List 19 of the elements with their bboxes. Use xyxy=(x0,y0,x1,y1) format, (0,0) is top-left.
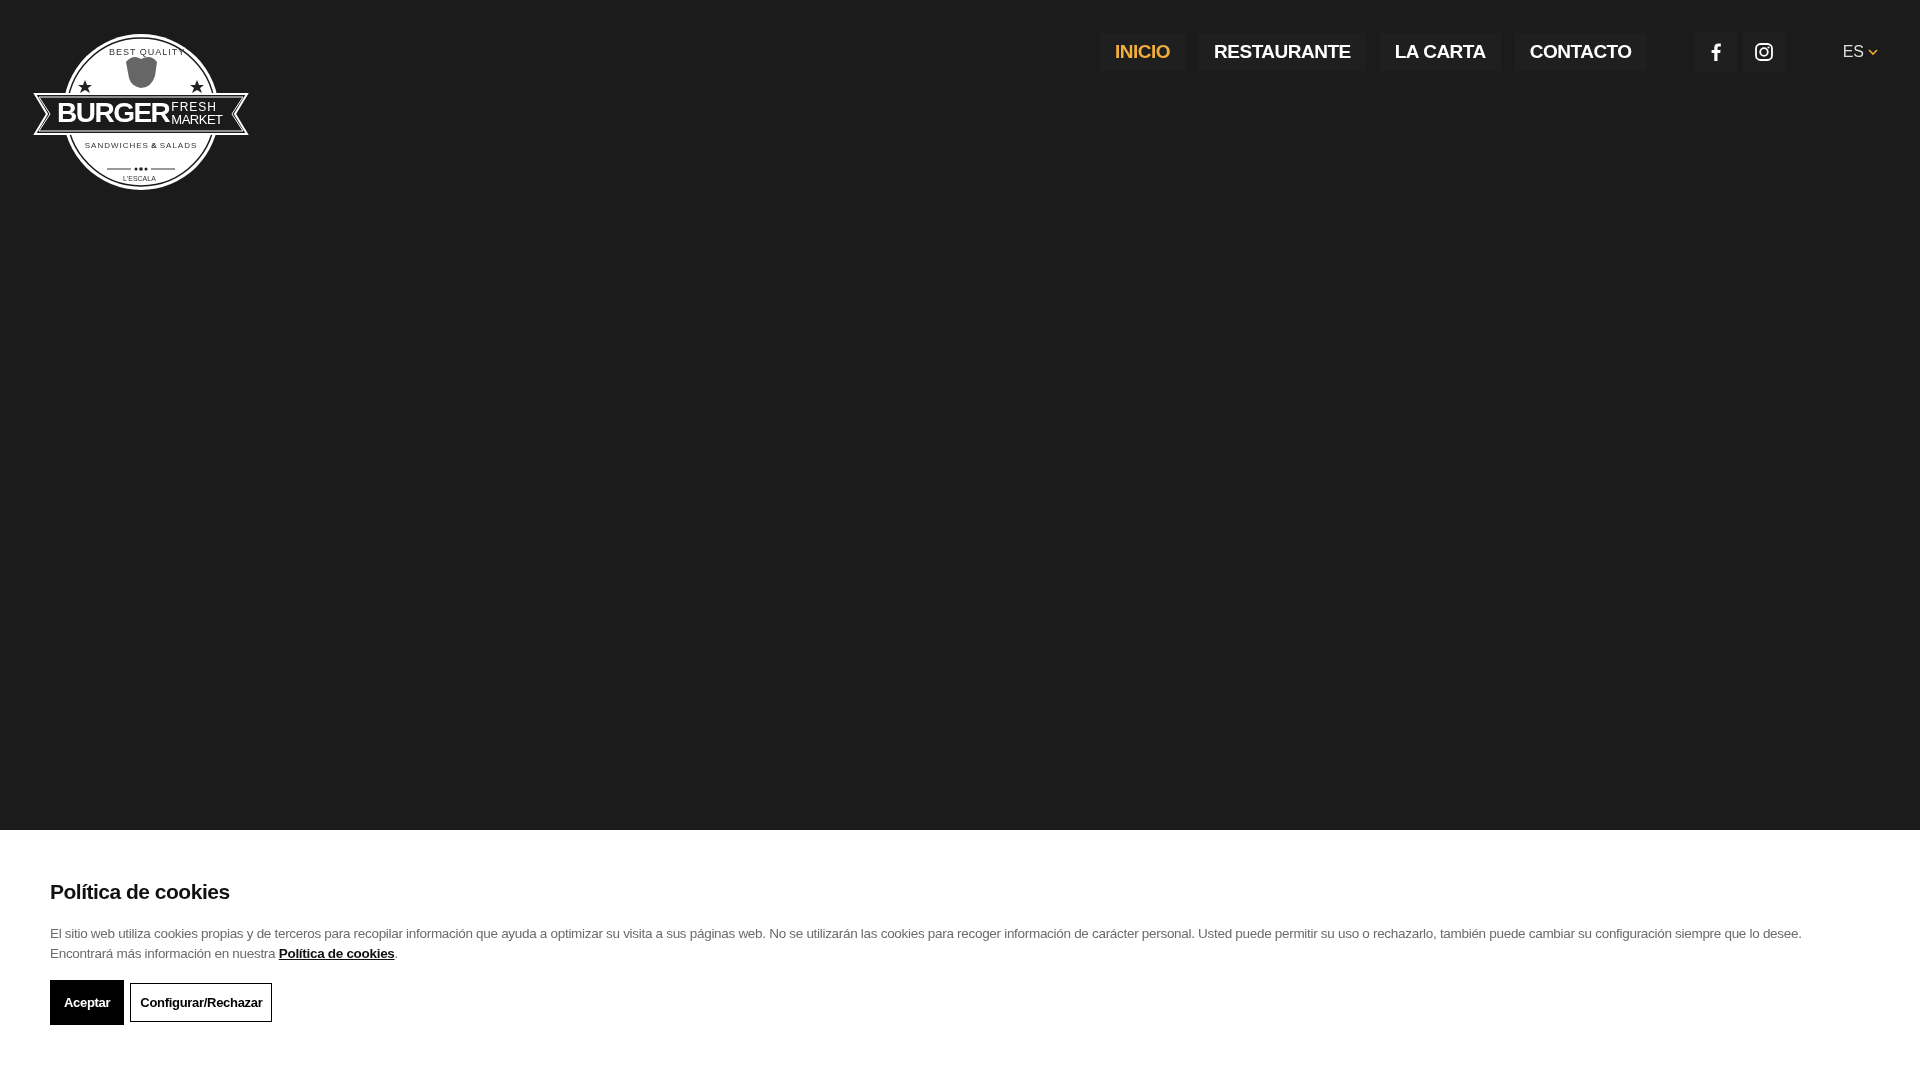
nav-link[interactable]: RESTAURANTE xyxy=(1199,33,1366,71)
logo-text: BURGER xyxy=(57,99,170,127)
logo-text: & xyxy=(150,142,158,150)
cookie-button[interactable]: Configurar/Rechazar xyxy=(130,983,273,1022)
logo-text: MARKET xyxy=(171,112,223,126)
language-selector[interactable]: ES xyxy=(1842,43,1878,61)
logo-text: SALADS xyxy=(159,142,198,150)
nav-link[interactable]: INICIO xyxy=(1100,33,1186,71)
logo-text: BEST QUALITY xyxy=(109,48,186,57)
cookie-title: Política de cookies xyxy=(50,880,231,904)
logo-text: SANDWICHES xyxy=(84,142,149,150)
cookie-text: El sitio web utiliza cookies propias y de terceros para recopilar información que ayuda a optimizar su visita a sus páginas web. No se utilizarán las cookies para recoger información de carácter personal. Usted puede permitir su uso o rechazarlo, también puede cambiar su configuración siempre que lo desee. xyxy=(50,925,1803,943)
cookie-button[interactable]: Aceptar xyxy=(50,980,125,1025)
cookie-text: . xyxy=(394,946,399,961)
logo-text: FRESH xyxy=(171,100,218,113)
nav-link[interactable]: CONTACTO xyxy=(1514,33,1647,71)
nav-link[interactable]: LA CARTA xyxy=(1379,33,1501,71)
cookie-policy-link[interactable]: Política de cookies xyxy=(278,946,395,961)
cookie-text: Encontrará más información en nuestra xyxy=(50,946,276,961)
